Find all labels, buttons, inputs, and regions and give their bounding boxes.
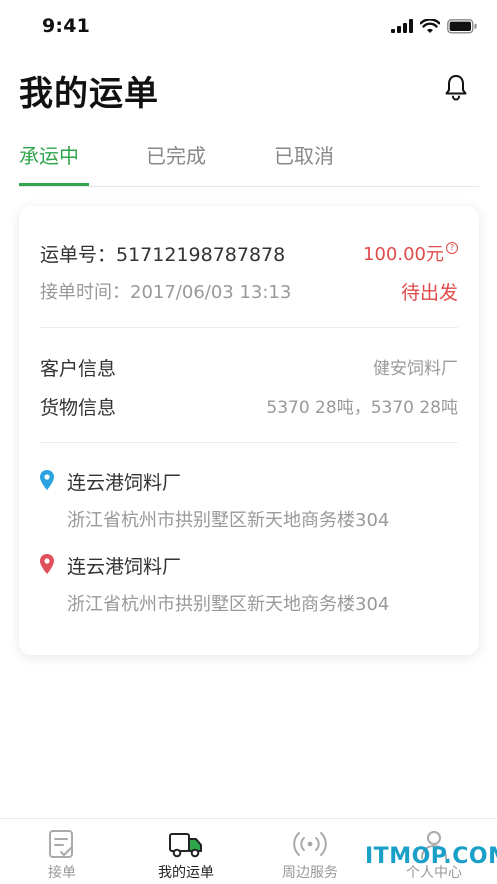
customer-info-label: 客户信息 <box>40 358 117 380</box>
card-divider <box>40 327 458 328</box>
accept-time: 接单时间：2017/06/03 13:13 <box>40 282 292 303</box>
goods-info-label: 货物信息 <box>40 397 117 419</box>
tab-completed[interactable]: 已完成 <box>146 140 206 169</box>
nav-item-my-orders[interactable]: 我的运单 <box>124 819 248 884</box>
order-number-row: 运单号：51712198787878 100.00元? <box>40 240 458 266</box>
bell-icon[interactable] <box>441 72 471 102</box>
wifi-icon <box>420 18 440 33</box>
broadcast-icon <box>293 832 327 856</box>
page-title: 我的运单 <box>19 74 159 114</box>
origin-pin-icon <box>40 470 54 490</box>
nav-label-nearby-services: 周边服务 <box>282 865 338 881</box>
origin-address: 浙江省杭州市拱别墅区新天地商务楼304 <box>67 510 390 531</box>
origin-name: 连云港饲料厂 <box>67 472 182 494</box>
status-time: 9:41 <box>42 15 91 37</box>
order-status: 待出发 <box>400 282 458 304</box>
status-icons <box>391 17 477 35</box>
status-bar: 9:41 <box>0 0 497 54</box>
goods-info-value: 5370 28吨，5370 28吨 <box>266 398 458 418</box>
order-price: 100.00元? <box>363 240 458 266</box>
signal-icon <box>391 19 413 33</box>
truck-icon <box>169 833 202 858</box>
nav-label-accept-orders: 接单 <box>48 865 76 881</box>
watermark: ITMOP.COM <box>365 844 497 869</box>
tab-cancelled[interactable]: 已取消 <box>274 140 334 169</box>
order-number: 运单号：51712198787878 <box>40 244 286 266</box>
nav-item-nearby-services[interactable]: 周边服务 <box>248 819 372 884</box>
order-card[interactable]: 运单号：51712198787878 100.00元? 接单时间：2017/06… <box>19 206 479 655</box>
customer-info-row: 客户信息 健安饲料厂 <box>40 354 458 380</box>
destination-address: 浙江省杭州市拱别墅区新天地商务楼304 <box>67 594 390 615</box>
card-divider <box>40 442 458 443</box>
order-price-amount: 100.00元 <box>363 244 444 265</box>
nav-item-accept-orders[interactable]: 接单 <box>0 819 124 884</box>
destination-pin-icon <box>40 554 54 574</box>
tabs-divider <box>19 186 479 187</box>
battery-icon <box>447 18 477 34</box>
nav-label-my-orders: 我的运单 <box>158 865 214 881</box>
price-help-icon[interactable]: ? <box>446 242 458 254</box>
tab-in-transit[interactable]: 承运中 <box>19 140 79 169</box>
customer-info-value: 健安饲料厂 <box>373 359 458 379</box>
order-tabs: 承运中 已完成 已取消 <box>0 130 497 187</box>
accept-time-row: 接单时间：2017/06/03 13:13 待出发 <box>40 278 458 304</box>
clipboard-icon <box>49 830 73 858</box>
goods-info-row: 货物信息 5370 28吨，5370 28吨 <box>40 393 458 419</box>
destination-name: 连云港饲料厂 <box>67 556 182 578</box>
